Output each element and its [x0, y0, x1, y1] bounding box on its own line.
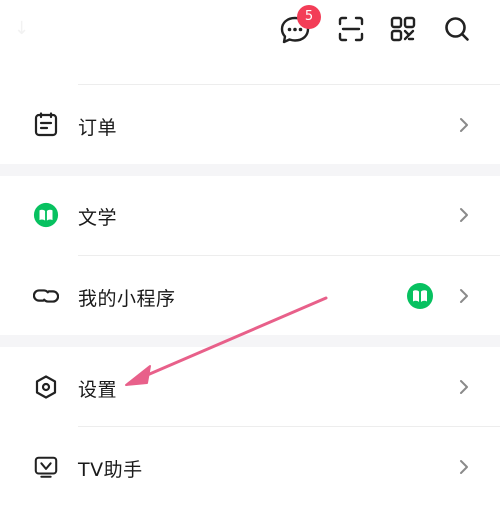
menu-item-label: 订单	[78, 117, 118, 139]
menu-item-label: TV助手	[78, 459, 143, 481]
search-icon[interactable]	[440, 12, 474, 46]
chevron-right-icon	[460, 460, 468, 474]
book-icon	[407, 283, 433, 309]
menu-item-label: 文学	[78, 207, 118, 229]
left-glyph: ↓	[14, 18, 30, 39]
menu-item-label: 我的小程序	[78, 288, 176, 310]
menu-item-label: 设置	[78, 379, 118, 401]
hexagon-settings-icon	[33, 374, 59, 400]
menu-item-literature[interactable]: 文学	[0, 176, 500, 255]
message-count-badge: 5	[297, 5, 321, 29]
chevron-right-icon	[460, 380, 468, 394]
section-gap	[0, 164, 500, 176]
qr-code-icon[interactable]	[386, 12, 420, 46]
chevron-right-icon	[460, 208, 468, 222]
menu-item-tv-assistant[interactable]: TV助手	[0, 427, 500, 506]
menu-item-orders[interactable]: 订单	[0, 85, 500, 164]
mini-program-icon	[33, 283, 59, 309]
me-page: ↓ 5 订单 文学 我的小程序 设置 TV助手	[0, 0, 500, 525]
tv-icon	[33, 454, 59, 480]
chevron-right-icon	[460, 289, 468, 303]
book-icon	[33, 202, 59, 228]
top-bar: ↓ 5	[0, 0, 500, 60]
scan-icon[interactable]	[334, 12, 368, 46]
bottom-area	[0, 506, 500, 525]
order-icon	[33, 112, 59, 138]
menu-item-settings[interactable]: 设置	[0, 347, 500, 426]
section-gap	[0, 335, 500, 347]
chevron-right-icon	[460, 118, 468, 132]
menu-item-mini-programs[interactable]: 我的小程序	[0, 256, 500, 335]
